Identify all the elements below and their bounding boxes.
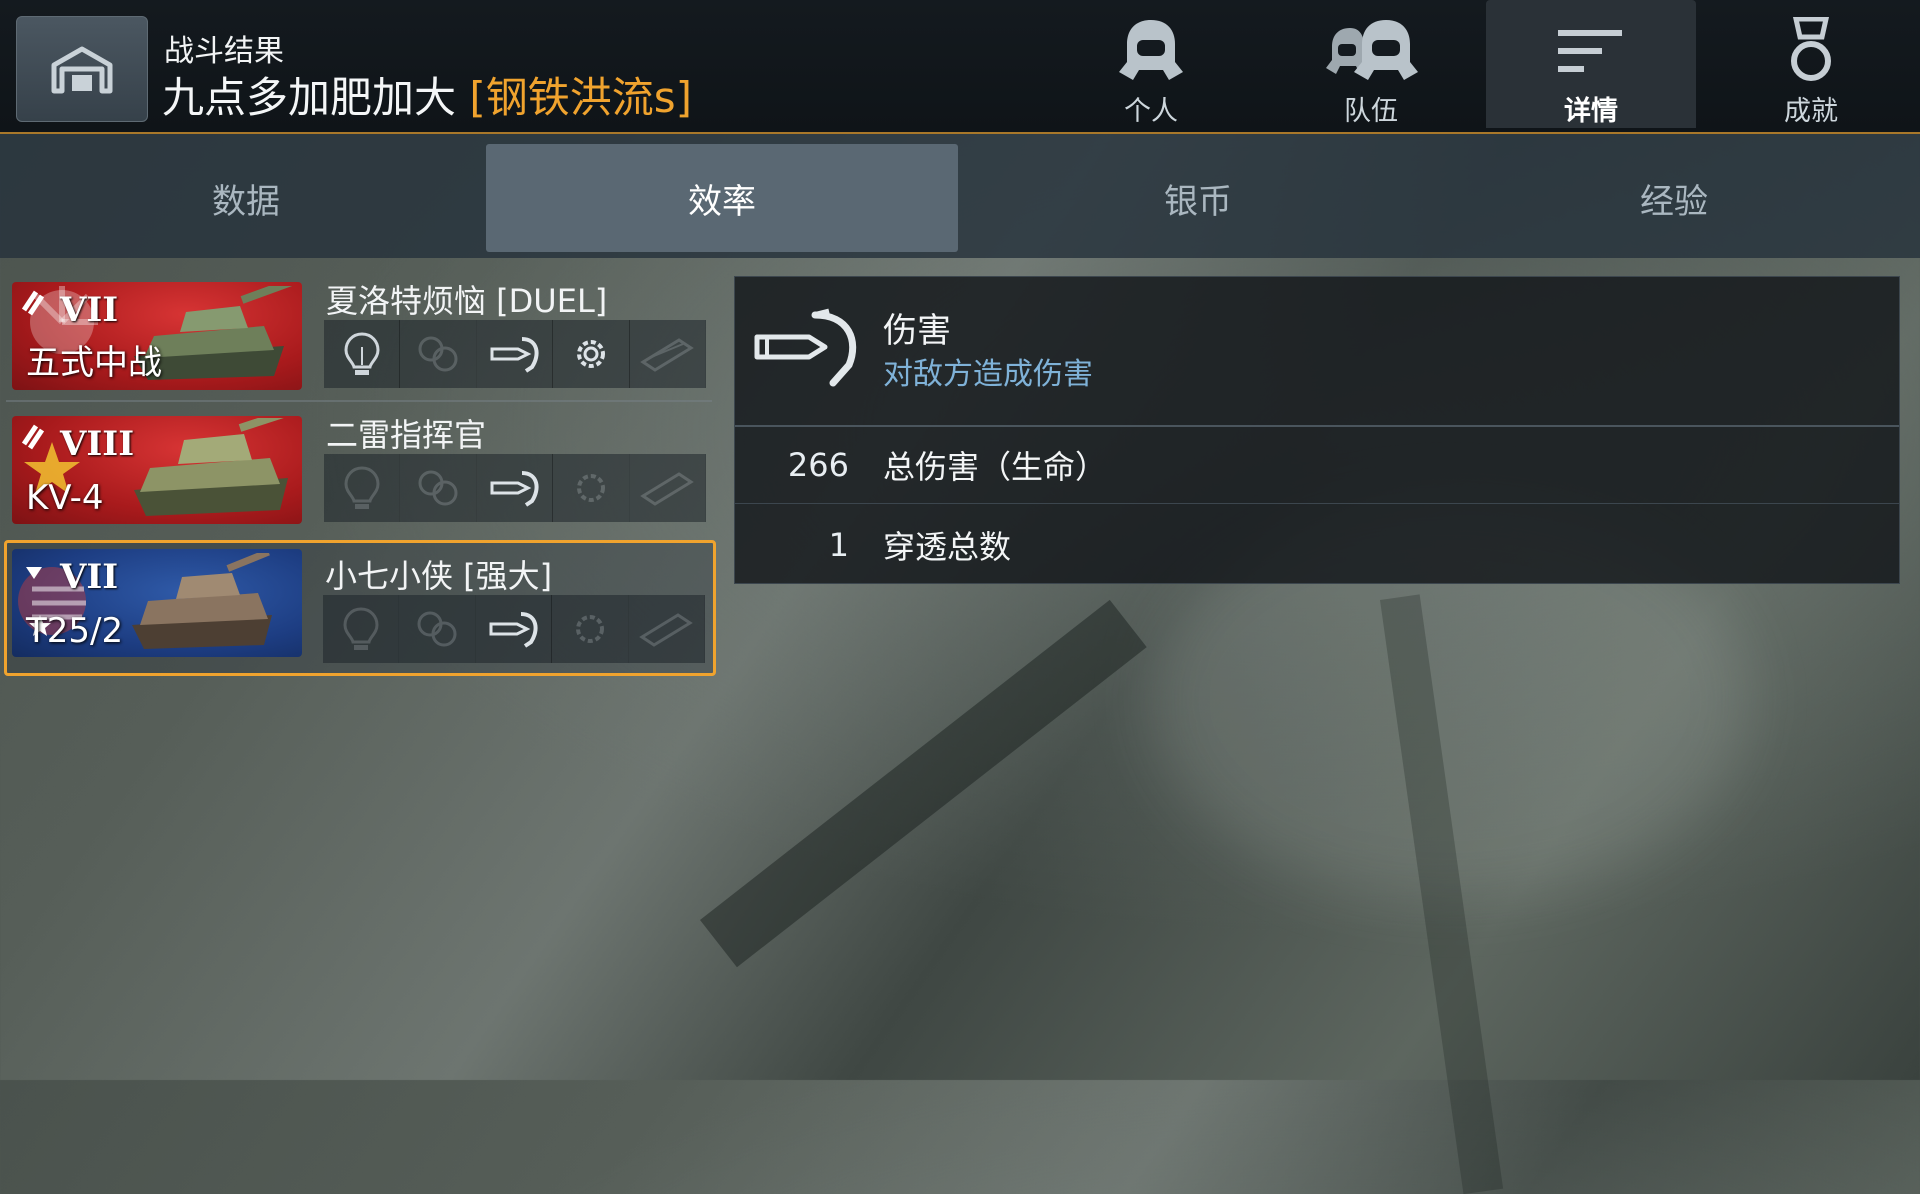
player-name: 小七小侠 [强大] — [325, 557, 553, 595]
medal-strip — [324, 320, 707, 388]
detail-title: 伤害 — [883, 311, 951, 351]
medal-slot — [553, 454, 630, 522]
assist-arrows-icon — [418, 336, 458, 372]
tab-efficiency[interactable]: 效率 — [486, 144, 958, 252]
stat-label: 穿透总数 — [883, 528, 1012, 566]
module-gear-icon — [576, 474, 605, 502]
stat-row: 1 穿透总数 — [735, 507, 1899, 583]
nav-label: 详情 — [1564, 96, 1618, 127]
medal-slot — [629, 595, 706, 663]
tank-image — [134, 418, 295, 516]
tab-silver[interactable]: 银币 — [962, 144, 1434, 252]
player-name: 九点多加肥加大 — [162, 73, 457, 122]
damage-shell-icon — [490, 471, 539, 507]
medal-slot — [400, 320, 477, 388]
damage-shell-icon — [489, 612, 538, 648]
vehicle-row-selected[interactable]: VII T25/2 小七小侠 [强大] — [4, 540, 716, 676]
tank-card: VII T25/2 — [12, 549, 302, 657]
spotting-bulb-icon — [344, 332, 380, 375]
vehicle-row[interactable]: VIII KV-4 二雷指挥官 — [6, 410, 712, 536]
stat-value: 266 — [787, 446, 849, 484]
tier-label: VII — [60, 290, 119, 330]
nav-label: 队伍 — [1344, 96, 1398, 127]
medal-slot — [400, 454, 477, 522]
module-gear-icon — [575, 615, 604, 643]
medal-slot — [630, 454, 707, 522]
row-divider — [6, 400, 712, 402]
medal-slot — [630, 320, 707, 388]
nav-team[interactable]: 队伍 — [1266, 0, 1476, 128]
tank-card: VII 五式中战 — [12, 282, 302, 390]
tier-label: VIII — [60, 424, 135, 464]
background-road — [700, 599, 1147, 968]
track-block-icon — [639, 613, 694, 647]
medal-slot — [323, 595, 400, 663]
medal-slot — [552, 595, 629, 663]
home-button[interactable] — [16, 16, 148, 122]
nav-achievements[interactable]: 成就 — [1706, 0, 1916, 128]
assist-arrows-icon — [417, 611, 457, 647]
medal-slot — [324, 454, 401, 522]
medal-icon — [1791, 16, 1831, 81]
tank-card: VIII KV-4 — [12, 416, 302, 524]
medal-strip — [324, 454, 707, 522]
track-block-icon — [640, 338, 695, 372]
stat-row: 266 总伤害（生命） — [735, 427, 1899, 504]
spotting-bulb-icon — [344, 466, 380, 509]
team-helmets-icon — [1326, 19, 1418, 80]
tank-image — [132, 553, 272, 649]
single-helmet-icon — [1119, 19, 1183, 80]
medal-slot — [477, 320, 554, 388]
tab-bar: 数据 效率 银币 经验 — [0, 134, 1920, 258]
medal-strip — [323, 595, 706, 663]
medal-slot — [324, 320, 401, 388]
medal-slot — [476, 595, 553, 663]
detail-subtitle: 对敌方造成伤害 — [883, 357, 1093, 392]
clan-tag: [钢铁洪流s] — [469, 73, 693, 122]
tab-data[interactable]: 数据 — [10, 144, 482, 252]
nav-label: 成就 — [1784, 96, 1838, 127]
medal-slot — [553, 320, 630, 388]
detail-panel: 伤害 对敌方造成伤害 266 总伤害（生命） 1 穿透总数 — [734, 276, 1900, 584]
vehicle-row[interactable]: VII 五式中战 夏洛特烦恼 [DUEL] — [6, 276, 712, 402]
player-name: 夏洛特烦恼 [DUEL] — [326, 282, 608, 320]
nav-personal[interactable]: 个人 — [1046, 0, 1256, 128]
player-title: 九点多加肥加大 [钢铁洪流s] — [162, 64, 692, 125]
track-block-icon — [640, 472, 695, 506]
damage-shell-icon — [490, 337, 539, 373]
hangar-icon — [51, 46, 113, 94]
nav-details[interactable]: 详情 — [1486, 0, 1696, 128]
tab-experience[interactable]: 经验 — [1438, 144, 1910, 252]
tank-name: KV-4 — [26, 478, 104, 518]
nav-label: 个人 — [1124, 96, 1178, 127]
stat-value: 1 — [828, 526, 849, 564]
stat-label: 总伤害（生命） — [883, 448, 1108, 486]
details-lines-icon — [1558, 29, 1622, 72]
damage-shell-icon — [754, 308, 857, 387]
tank-name: 五式中战 — [26, 343, 162, 383]
module-gear-icon — [576, 340, 605, 368]
player-name: 二雷指挥官 — [326, 416, 487, 454]
medal-slot — [399, 595, 476, 663]
medal-slot — [477, 454, 554, 522]
tier-label: VII — [60, 557, 119, 597]
assist-arrows-icon — [418, 470, 458, 506]
detail-header: 伤害 对敌方造成伤害 — [735, 277, 1899, 427]
spotting-bulb-icon — [343, 607, 379, 650]
top-bar: 战斗结果 九点多加肥加大 [钢铁洪流s] 个人 队伍 详情 成就 — [0, 0, 1920, 134]
tank-name: T25/2 — [26, 611, 124, 651]
